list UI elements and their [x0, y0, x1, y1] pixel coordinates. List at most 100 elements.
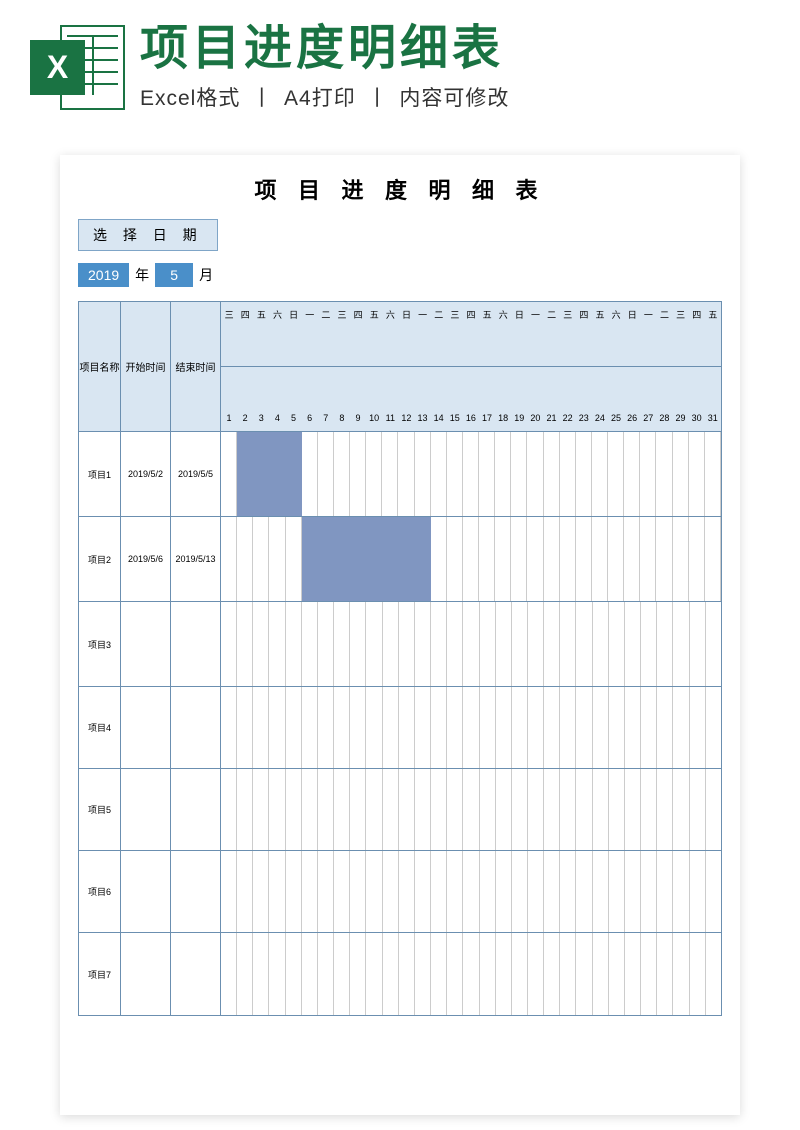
timeline-cell — [512, 933, 528, 1015]
timeline-cell — [576, 851, 592, 932]
gantt-bar[interactable] — [237, 432, 302, 516]
timeline-cell — [302, 687, 318, 768]
project-end-cell[interactable] — [171, 687, 221, 768]
project-name-cell[interactable]: 项目3 — [79, 602, 121, 686]
gantt-row: 项目6 — [79, 851, 721, 933]
project-start-cell[interactable] — [121, 602, 171, 686]
project-start-cell[interactable]: 2019/5/6 — [121, 517, 171, 601]
timeline-cell — [415, 687, 431, 768]
timeline-cell — [705, 517, 721, 601]
timeline-cell — [673, 851, 689, 932]
timeline-cell — [625, 851, 641, 932]
timeline-cell — [253, 602, 269, 686]
timeline-cell — [431, 933, 447, 1015]
timeline-cell — [512, 769, 528, 850]
timeline-cell — [302, 602, 318, 686]
project-name-cell[interactable]: 项目1 — [79, 432, 121, 516]
timeline-cell — [495, 517, 511, 601]
project-end-cell[interactable] — [171, 851, 221, 932]
timeline-cell — [302, 769, 318, 850]
timeline-cell — [366, 851, 382, 932]
timeline-cell — [673, 933, 689, 1015]
timeline-cell — [673, 687, 689, 768]
timeline-cell — [366, 933, 382, 1015]
project-end-cell[interactable] — [171, 602, 221, 686]
timeline-cell — [221, 602, 237, 686]
timeline-cell — [253, 851, 269, 932]
gantt-chart: 项目名称 开始时间 结束时间 三四五六日一二三四五六日一二三四五六日一二三四五六… — [78, 301, 722, 1016]
timeline-cell — [624, 432, 640, 516]
project-name-cell[interactable]: 项目4 — [79, 687, 121, 768]
timeline-cell — [479, 432, 495, 516]
weekday-cell: 一 — [415, 310, 431, 319]
daynum-cell: 21 — [544, 413, 560, 423]
project-name-cell[interactable]: 项目5 — [79, 769, 121, 850]
timeline-cell — [350, 933, 366, 1015]
timeline — [221, 851, 721, 932]
timeline-cell — [334, 432, 350, 516]
timeline-cell — [656, 517, 672, 601]
timeline-cell — [496, 602, 512, 686]
timeline-cell — [237, 687, 253, 768]
timeline-cell — [657, 602, 673, 686]
daynum-cell: 5 — [286, 413, 302, 423]
timeline-cell — [512, 687, 528, 768]
timeline-cell — [480, 687, 496, 768]
timeline-cell — [350, 851, 366, 932]
timeline-cell — [463, 432, 479, 516]
gantt-row: 项目22019/5/62019/5/13 — [79, 517, 721, 602]
gantt-row: 项目3 — [79, 602, 721, 687]
weekday-cell: 四 — [576, 310, 592, 319]
timeline-cell — [593, 769, 609, 850]
timeline-cell — [463, 687, 479, 768]
timeline-cell — [511, 432, 527, 516]
project-end-cell[interactable]: 2019/5/13 — [171, 517, 221, 601]
weekday-cell: 六 — [495, 310, 511, 319]
project-end-cell[interactable]: 2019/5/5 — [171, 432, 221, 516]
gantt-bar[interactable] — [302, 517, 431, 601]
month-input[interactable]: 5 — [155, 263, 193, 287]
timeline-cell — [496, 687, 512, 768]
project-start-cell[interactable]: 2019/5/2 — [121, 432, 171, 516]
timeline-cell — [463, 769, 479, 850]
timeline-cell — [689, 517, 705, 601]
separator: 丨 — [367, 87, 389, 110]
daynum-cell: 14 — [431, 413, 447, 423]
timeline-cell — [383, 769, 399, 850]
project-name-cell[interactable]: 项目6 — [79, 851, 121, 932]
timeline-cell — [608, 517, 624, 601]
gantt-row: 项目7 — [79, 933, 721, 1015]
weekday-cell: 五 — [366, 310, 382, 319]
timeline-cell — [690, 933, 706, 1015]
project-start-cell[interactable] — [121, 933, 171, 1015]
project-start-cell[interactable] — [121, 851, 171, 932]
project-name-cell[interactable]: 项目7 — [79, 933, 121, 1015]
timeline-cell — [366, 769, 382, 850]
timeline-cell — [350, 602, 366, 686]
timeline-cell — [383, 602, 399, 686]
timeline-cell — [592, 517, 608, 601]
timeline-cell — [640, 517, 656, 601]
daynum-cell: 10 — [366, 413, 382, 423]
weekday-cell: 五 — [479, 310, 495, 319]
project-end-cell[interactable] — [171, 769, 221, 850]
project-name-cell[interactable]: 项目2 — [79, 517, 121, 601]
sub-edit: 内容可修改 — [399, 87, 509, 110]
timeline-cell — [399, 933, 415, 1015]
daynum-cell: 27 — [640, 413, 656, 423]
timeline-cell — [496, 769, 512, 850]
timeline-cell — [399, 769, 415, 850]
timeline-cell — [447, 851, 463, 932]
timeline-cell — [269, 769, 285, 850]
project-start-cell[interactable] — [121, 687, 171, 768]
timeline-cell — [657, 769, 673, 850]
timeline-cell — [560, 687, 576, 768]
daynum-cell: 28 — [656, 413, 672, 423]
timeline-cell — [237, 933, 253, 1015]
project-end-cell[interactable] — [171, 933, 221, 1015]
timeline-cell — [560, 517, 576, 601]
project-start-cell[interactable] — [121, 769, 171, 850]
daynum-cell: 22 — [560, 413, 576, 423]
timeline-cell — [706, 933, 721, 1015]
year-input[interactable]: 2019 — [78, 263, 129, 287]
